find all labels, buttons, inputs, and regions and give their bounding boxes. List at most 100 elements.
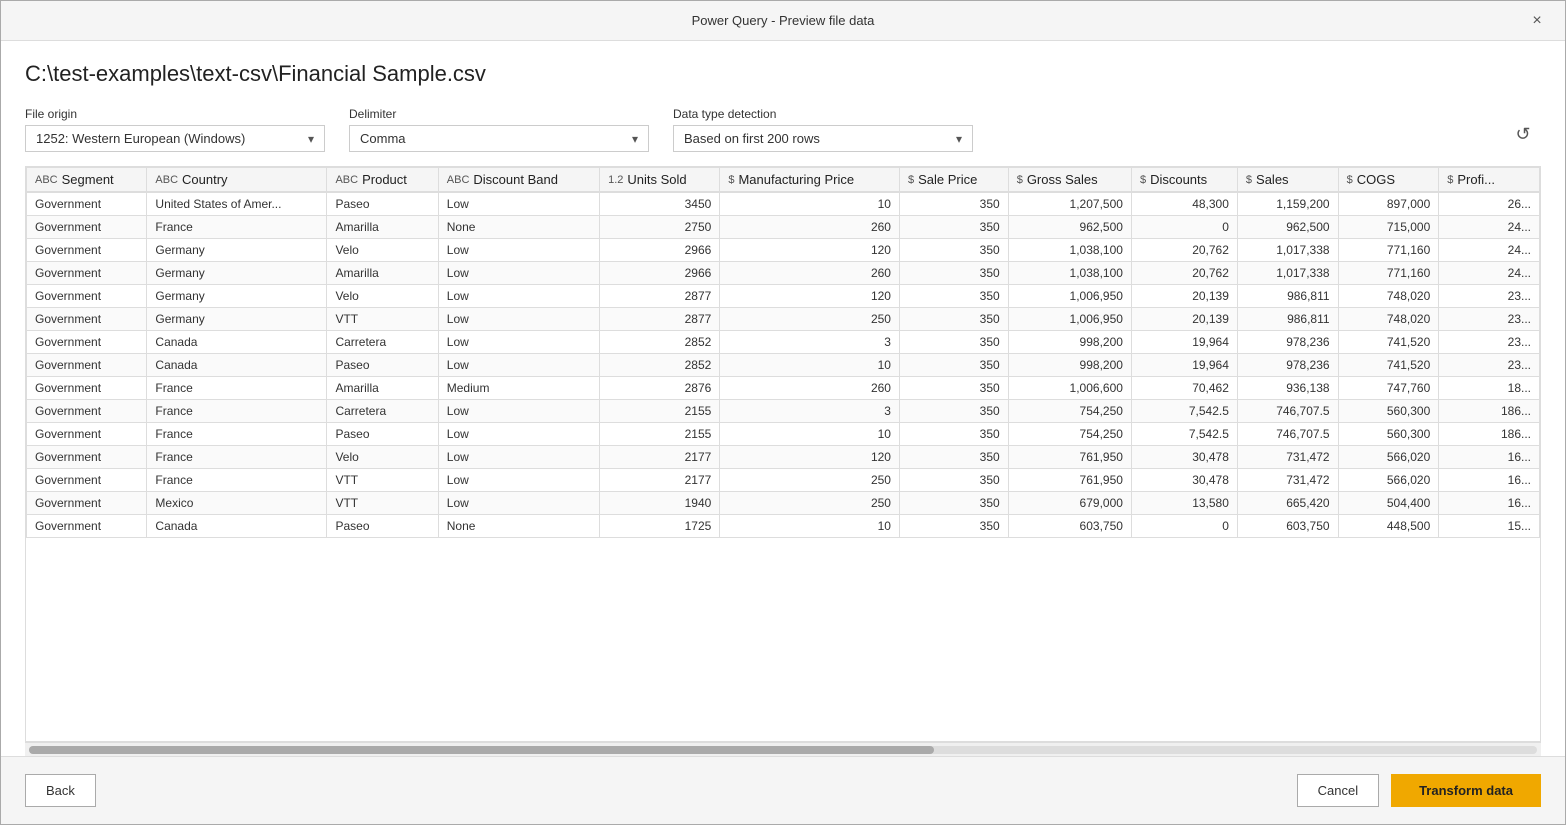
col-header-discounts[interactable]: $ Discounts <box>1131 168 1237 193</box>
cell-r8-c6: 350 <box>899 377 1008 400</box>
col-header-manufacturingPrice[interactable]: $ Manufacturing Price <box>720 168 900 193</box>
cell-r7-c11: 23... <box>1439 354 1540 377</box>
cell-r3-c10: 771,160 <box>1338 262 1439 285</box>
cancel-button[interactable]: Cancel <box>1297 774 1379 807</box>
cell-r13-c0: Government <box>27 492 147 515</box>
cell-r9-c4: 2155 <box>600 400 720 423</box>
cell-r6-c5: 3 <box>720 331 900 354</box>
back-button[interactable]: Back <box>25 774 96 807</box>
col-header-cogs[interactable]: $ COGS <box>1338 168 1439 193</box>
table-row: GovernmentFrancePaseoLow215510350754,250… <box>27 423 1540 446</box>
cell-r14-c6: 350 <box>899 515 1008 538</box>
detection-dropdown[interactable]: Based on first 200 rows ▾ <box>673 125 973 152</box>
col-name-profit: Profi... <box>1457 172 1495 187</box>
col-name-product: Product <box>362 172 407 187</box>
file-origin-value: 1252: Western European (Windows) <box>36 131 300 146</box>
cell-r0-c9: 1,159,200 <box>1237 193 1338 216</box>
cell-r7-c1: Canada <box>147 354 327 377</box>
cell-r2-c3: Low <box>438 239 599 262</box>
cell-r7-c0: Government <box>27 354 147 377</box>
cell-r2-c11: 24... <box>1439 239 1540 262</box>
cell-r8-c10: 747,760 <box>1338 377 1439 400</box>
cell-r8-c11: 18... <box>1439 377 1540 400</box>
cell-r5-c0: Government <box>27 308 147 331</box>
cell-r3-c11: 24... <box>1439 262 1540 285</box>
cell-r13-c2: VTT <box>327 492 438 515</box>
col-name-country: Country <box>182 172 228 187</box>
cell-r1-c0: Government <box>27 216 147 239</box>
cell-r6-c7: 998,200 <box>1008 331 1131 354</box>
close-button[interactable]: × <box>1525 9 1549 33</box>
col-header-product[interactable]: ABC Product <box>327 168 438 193</box>
col-type-icon-discountBand: ABC <box>447 174 470 186</box>
col-header-unitsSold[interactable]: 1.2 Units Sold <box>600 168 720 193</box>
col-type-icon-grossSales: $ <box>1017 174 1023 186</box>
footer: Back Cancel Transform data <box>1 756 1565 824</box>
col-header-country[interactable]: ABC Country <box>147 168 327 193</box>
cell-r3-c9: 1,017,338 <box>1237 262 1338 285</box>
refresh-button[interactable]: ↺ <box>1505 116 1541 152</box>
col-name-sales: Sales <box>1256 172 1289 187</box>
cell-r9-c0: Government <box>27 400 147 423</box>
cell-r11-c1: France <box>147 446 327 469</box>
file-origin-dropdown[interactable]: 1252: Western European (Windows) ▾ <box>25 125 325 152</box>
cell-r7-c9: 978,236 <box>1237 354 1338 377</box>
col-header-segment[interactable]: ABC Segment <box>27 168 147 193</box>
col-header-grossSales[interactable]: $ Gross Sales <box>1008 168 1131 193</box>
detection-label: Data type detection <box>673 107 973 121</box>
cell-r10-c8: 7,542.5 <box>1131 423 1237 446</box>
cell-r11-c7: 761,950 <box>1008 446 1131 469</box>
cell-r6-c9: 978,236 <box>1237 331 1338 354</box>
cell-r12-c7: 761,950 <box>1008 469 1131 492</box>
cell-r14-c1: Canada <box>147 515 327 538</box>
cell-r14-c9: 603,750 <box>1237 515 1338 538</box>
col-header-sales[interactable]: $ Sales <box>1237 168 1338 193</box>
cell-r12-c4: 2177 <box>600 469 720 492</box>
cell-r6-c4: 2852 <box>600 331 720 354</box>
horizontal-scrollbar[interactable] <box>25 742 1541 756</box>
col-header-salePrice[interactable]: $ Sale Price <box>899 168 1008 193</box>
cell-r4-c1: Germany <box>147 285 327 308</box>
cell-r3-c7: 1,038,100 <box>1008 262 1131 285</box>
col-header-profit[interactable]: $ Profi... <box>1439 168 1540 193</box>
cell-r7-c5: 10 <box>720 354 900 377</box>
data-table-container[interactable]: ABC Segment ABC Country ABC Product ABC … <box>25 166 1541 742</box>
delimiter-dropdown[interactable]: Comma ▾ <box>349 125 649 152</box>
cell-r10-c3: Low <box>438 423 599 446</box>
cell-r12-c0: Government <box>27 469 147 492</box>
cell-r1-c6: 350 <box>899 216 1008 239</box>
cell-r13-c5: 250 <box>720 492 900 515</box>
header-row: ABC Segment ABC Country ABC Product ABC … <box>27 168 1540 193</box>
cell-r12-c9: 731,472 <box>1237 469 1338 492</box>
cell-r5-c11: 23... <box>1439 308 1540 331</box>
table-header: ABC Segment ABC Country ABC Product ABC … <box>27 168 1540 193</box>
cell-r10-c5: 10 <box>720 423 900 446</box>
cell-r12-c1: France <box>147 469 327 492</box>
cell-r7-c2: Paseo <box>327 354 438 377</box>
col-type-icon-country: ABC <box>155 174 178 186</box>
cell-r10-c9: 746,707.5 <box>1237 423 1338 446</box>
delimiter-label: Delimiter <box>349 107 649 121</box>
dialog: Power Query - Preview file data × C:\tes… <box>0 0 1566 825</box>
cell-r0-c4: 3450 <box>600 193 720 216</box>
scroll-thumb[interactable] <box>29 746 934 754</box>
cell-r8-c2: Amarilla <box>327 377 438 400</box>
transform-button[interactable]: Transform data <box>1391 774 1541 807</box>
cell-r11-c8: 30,478 <box>1131 446 1237 469</box>
cell-r13-c1: Mexico <box>147 492 327 515</box>
cell-r1-c3: None <box>438 216 599 239</box>
cell-r2-c4: 2966 <box>600 239 720 262</box>
col-header-discountBand[interactable]: ABC Discount Band <box>438 168 599 193</box>
col-name-manufacturingPrice: Manufacturing Price <box>738 172 854 187</box>
cell-r2-c2: Velo <box>327 239 438 262</box>
cell-r9-c8: 7,542.5 <box>1131 400 1237 423</box>
cell-r6-c3: Low <box>438 331 599 354</box>
table-row: GovernmentCanadaCarreteraLow28523350998,… <box>27 331 1540 354</box>
cell-r12-c3: Low <box>438 469 599 492</box>
cell-r7-c3: Low <box>438 354 599 377</box>
cell-r4-c9: 986,811 <box>1237 285 1338 308</box>
col-name-grossSales: Gross Sales <box>1027 172 1098 187</box>
cell-r14-c3: None <box>438 515 599 538</box>
col-name-discounts: Discounts <box>1150 172 1207 187</box>
cell-r13-c7: 679,000 <box>1008 492 1131 515</box>
